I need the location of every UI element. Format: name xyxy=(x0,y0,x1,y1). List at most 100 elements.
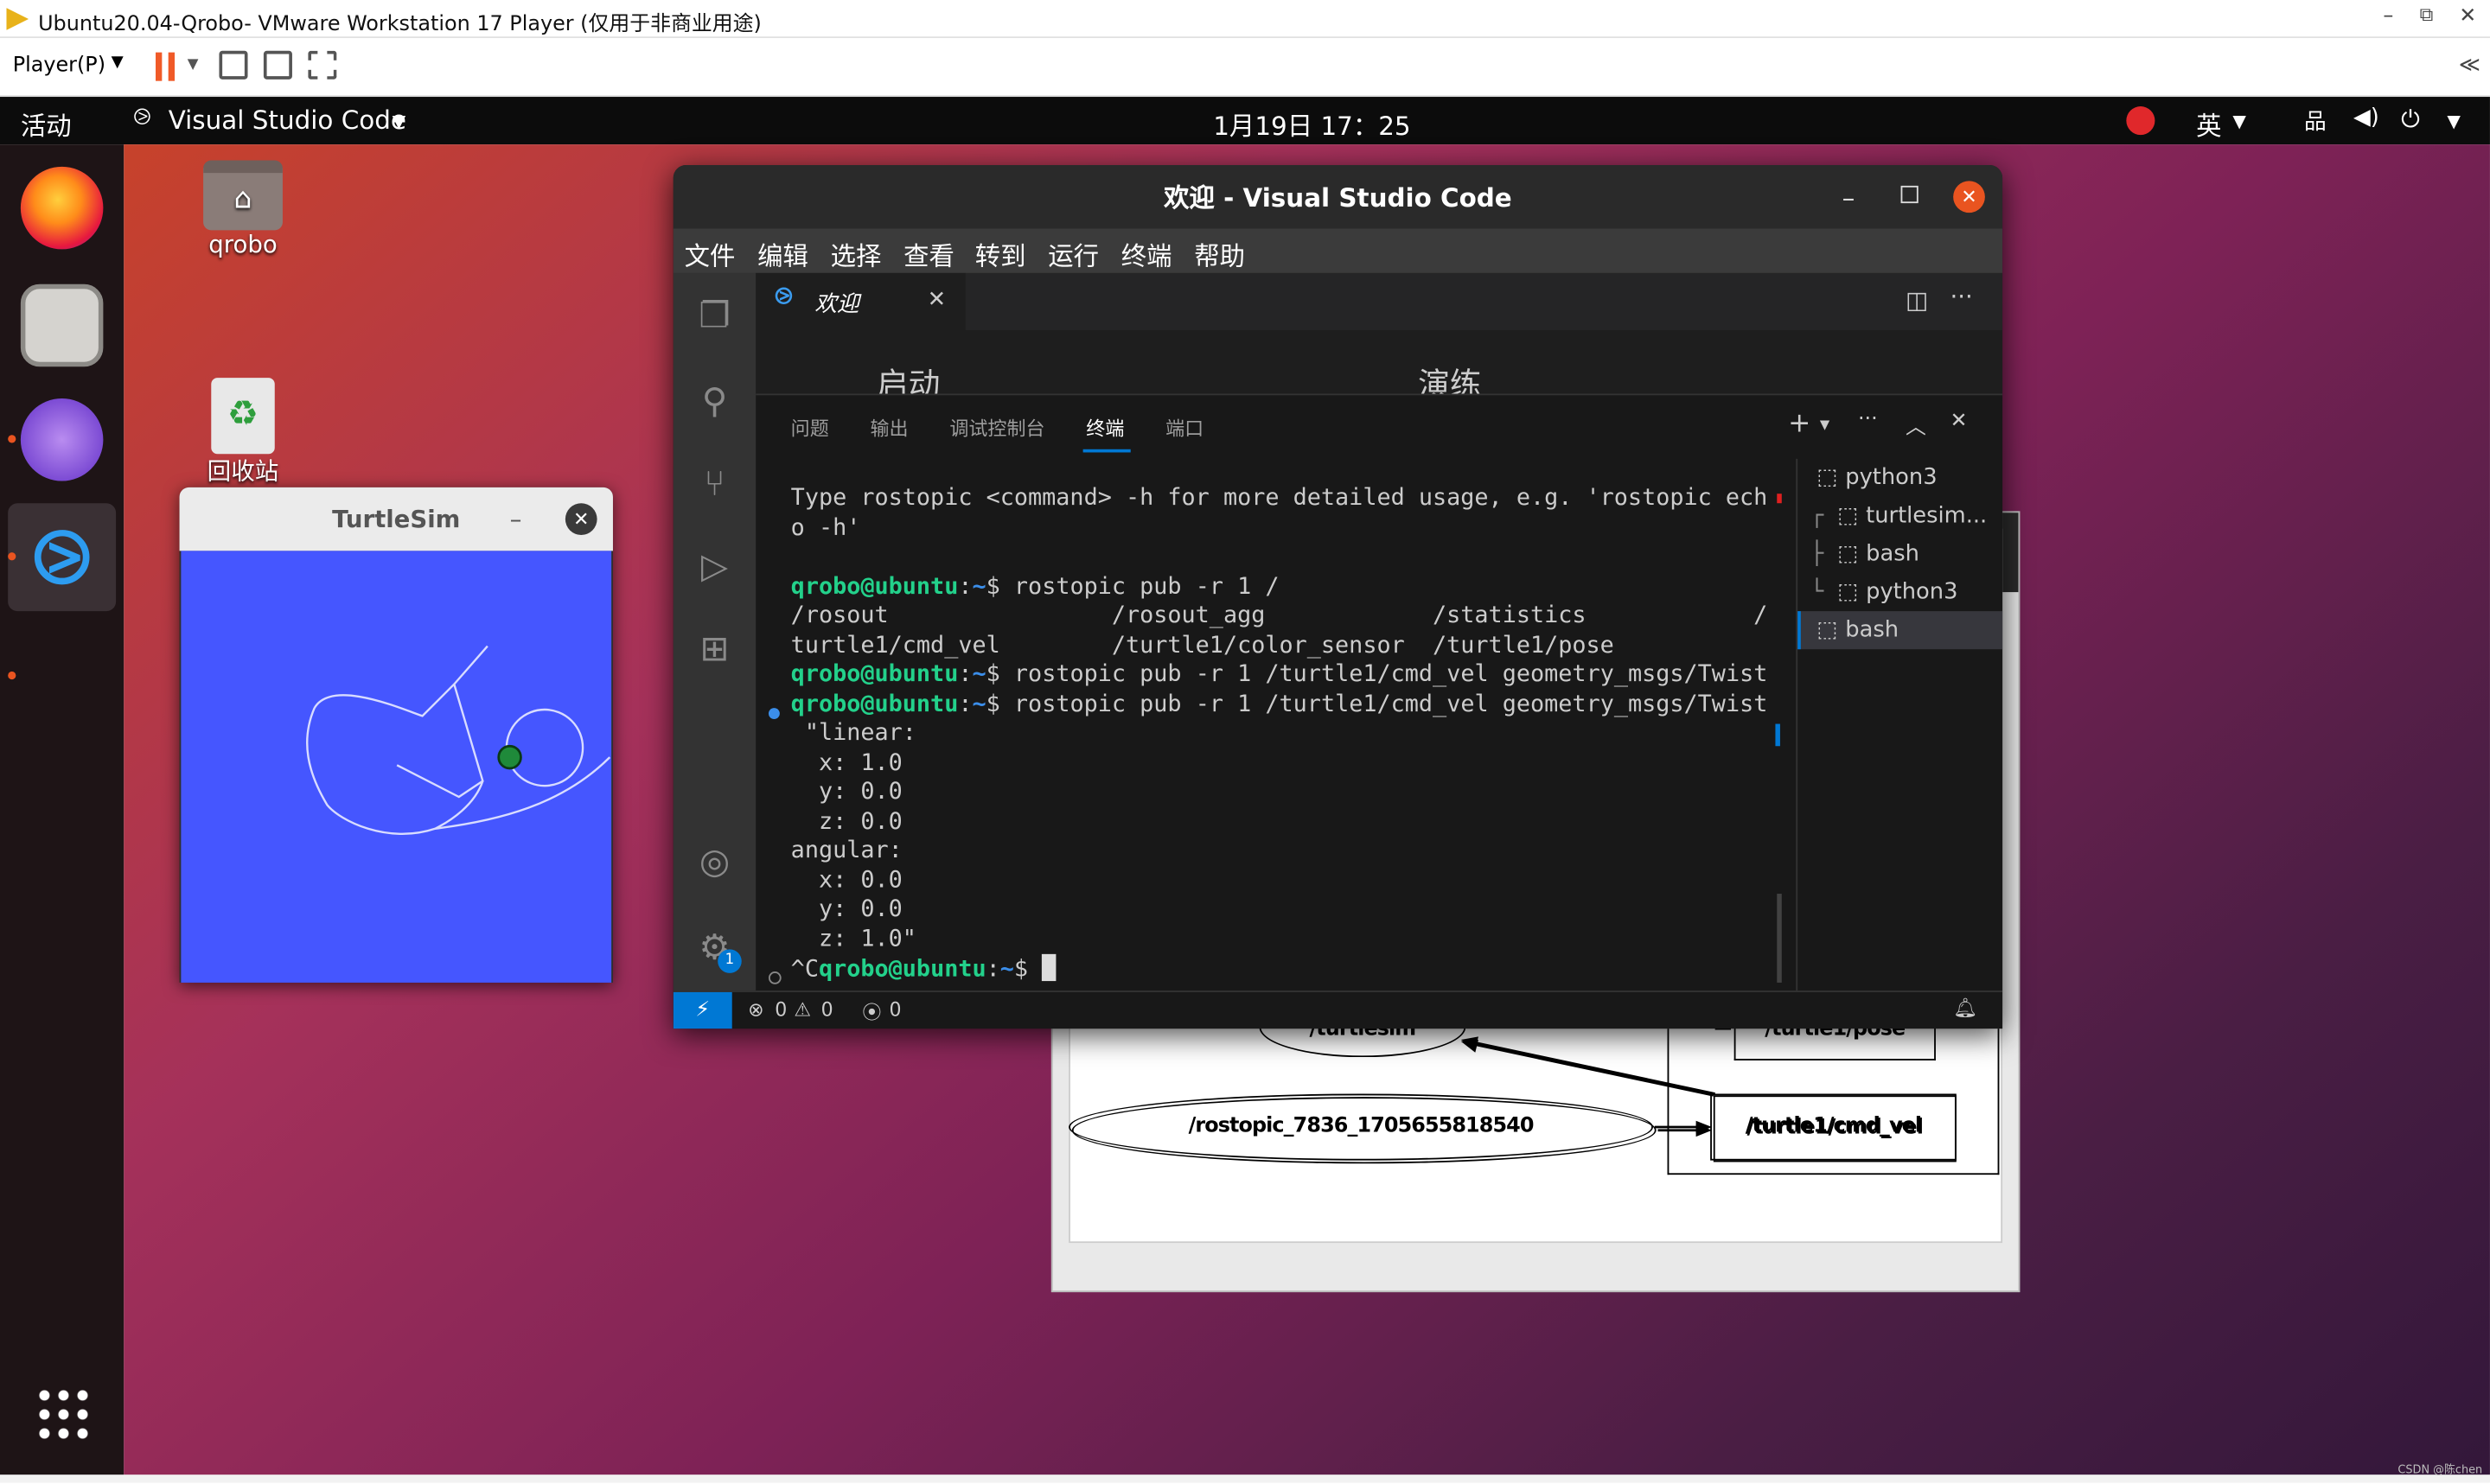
more-actions-icon[interactable]: ··· xyxy=(1950,283,1972,311)
search-icon[interactable]: ⚲ xyxy=(693,381,737,425)
network-icon[interactable]: 品 xyxy=(2304,105,2327,137)
system-menu-caret-icon[interactable]: ▼ xyxy=(2447,111,2461,132)
unity-icon[interactable] xyxy=(308,50,337,80)
running-indicator xyxy=(8,435,16,443)
send-ctrl-alt-del-icon[interactable] xyxy=(219,50,248,80)
tab-close-icon[interactable]: ✕ xyxy=(928,287,947,312)
ubuntu-dock: ⧁ xyxy=(0,144,124,1475)
ports-icon[interactable]: ⦿ xyxy=(862,998,881,1025)
desktop-home-folder[interactable]: ⌂ qrobo xyxy=(194,160,292,258)
vscode-close-icon[interactable]: ✕ xyxy=(1953,181,1985,213)
input-method-caret-icon[interactable]: ▼ xyxy=(2232,111,2246,132)
terminal-icon: ⬚ xyxy=(1837,541,1859,567)
terminal-dropdown-icon[interactable]: ▼ xyxy=(1820,417,1829,432)
active-tab-underline xyxy=(1082,449,1131,452)
errors-count[interactable]: 0 xyxy=(775,998,787,1021)
panel-tab-terminal[interactable]: 终端 xyxy=(1086,414,1124,441)
notifications-bell-icon[interactable]: 🔔︎ xyxy=(1953,997,1977,1019)
split-editor-icon[interactable]: ◫ xyxy=(1906,286,1928,315)
ports-count[interactable]: 0 xyxy=(890,998,902,1021)
close-panel-icon[interactable]: ✕ xyxy=(1950,410,1967,434)
vscode-menu-bar: 文件 编辑 选择 查看 转到 运行 终端 帮助 xyxy=(673,228,2003,273)
explorer-icon[interactable]: ❐ xyxy=(693,296,737,340)
vmware-logo-icon xyxy=(6,8,29,30)
extensions-icon[interactable]: ⊞ xyxy=(693,628,737,672)
command-decoration-icon xyxy=(768,708,780,720)
vscode-minimize-icon[interactable]: – xyxy=(1842,165,1855,232)
warnings-icon[interactable]: ⚠ xyxy=(794,998,811,1021)
panel-tab-problems[interactable]: 问题 xyxy=(791,414,829,441)
app-menu-caret-icon[interactable]: ▼ xyxy=(393,111,406,132)
panel-tab-output[interactable]: 输出 xyxy=(871,414,909,441)
command-decoration-icon xyxy=(768,971,782,984)
panel-tab-ports[interactable]: 端口 xyxy=(1165,414,1204,441)
pause-icon[interactable] xyxy=(155,52,163,81)
accounts-icon[interactable]: ◎ xyxy=(693,841,737,885)
run-debug-icon[interactable]: ▷ xyxy=(693,546,737,590)
vscode-maximize-icon[interactable] xyxy=(1900,185,1919,204)
turtlesim-close-icon[interactable]: ✕ xyxy=(565,503,597,535)
terminal-item-selected[interactable]: ⬚ bash xyxy=(1797,611,2003,650)
files-icon[interactable] xyxy=(20,283,104,367)
panel-more-icon[interactable]: ··· xyxy=(1858,408,1878,432)
player-menu-caret-icon[interactable]: ▼ xyxy=(112,54,124,71)
rqt-titlebar-edge xyxy=(2002,513,2019,593)
volume-icon[interactable]: ◀) xyxy=(2353,105,2379,130)
terminal-line: y: 0.0 xyxy=(790,895,903,923)
menu-view[interactable]: 查看 xyxy=(903,235,954,273)
terminal-item[interactable]: ├ ⬚ bash xyxy=(1797,535,2002,573)
power-icon[interactable]: ⏻ xyxy=(2401,105,2420,133)
menu-selection[interactable]: 选择 xyxy=(831,235,882,273)
pause-icon-bar[interactable] xyxy=(168,52,176,81)
remote-indicator-icon[interactable]: ⚡ xyxy=(673,991,732,1029)
fullscreen-icon[interactable] xyxy=(263,50,292,80)
menu-terminal[interactable]: 终端 xyxy=(1121,235,1172,273)
turtlesim-window: TurtleSim – ✕ xyxy=(179,487,613,983)
bottom-panel: 问题 输出 调试控制台 终端 端口 + ▼ ··· ︿ ✕ Type rosto… xyxy=(756,393,2003,992)
clock[interactable]: 1月19日 17：25 xyxy=(1213,105,1410,143)
panel-tab-debug-console[interactable]: 调试控制台 xyxy=(949,414,1044,441)
terminal-line: /rosout /rosout_agg /statistics / xyxy=(790,602,1768,629)
terminal-icon: ⬚ xyxy=(1837,503,1859,529)
status-bar: ⚡ ⊗ 0 ⚠ 0 ⦿ 0 🔔︎ xyxy=(673,990,2003,1029)
menu-file[interactable]: 文件 xyxy=(685,235,736,273)
firefox-icon[interactable] xyxy=(20,166,104,250)
menu-go[interactable]: 转到 xyxy=(975,235,1026,273)
maximize-panel-icon[interactable]: ︿ xyxy=(1906,410,1926,440)
system-app-icon[interactable] xyxy=(20,398,104,481)
menu-edit[interactable]: 编辑 xyxy=(757,235,808,273)
menu-help[interactable]: 帮助 xyxy=(1194,235,1245,273)
activities-button[interactable]: 活动 xyxy=(21,105,72,143)
app-menu[interactable]: Visual Studio Code xyxy=(169,105,406,135)
input-method[interactable]: 英 xyxy=(2196,105,2221,143)
show-applications-icon[interactable] xyxy=(35,1385,89,1440)
do-not-disturb-icon[interactable] xyxy=(2126,106,2155,136)
menu-run[interactable]: 运行 xyxy=(1048,235,1099,273)
terminal-scrollbar[interactable] xyxy=(1777,894,1782,983)
terminal-item[interactable]: ⬚ python3 xyxy=(1797,459,2002,497)
vscode-icon[interactable]: ⧁ xyxy=(21,516,104,599)
terminal-icon: ⬚ xyxy=(1837,579,1859,605)
terminal-cursor xyxy=(1042,953,1057,982)
vmware-bottom-edge xyxy=(0,1474,2490,1483)
terminal-output[interactable]: Type rostopic <command> -h for more deta… xyxy=(791,484,1776,984)
tab-welcome[interactable]: ⧁ 欢迎 ✕ xyxy=(756,272,966,331)
close-icon[interactable]: ✕ xyxy=(2452,5,2484,29)
source-control-icon[interactable]: ⑂ xyxy=(693,463,737,507)
minimize-icon[interactable]: – xyxy=(2372,5,2404,29)
collapse-toolbar-icon[interactable]: ≪ xyxy=(2459,54,2480,78)
terminal-item[interactable]: ┌ ⬚ turtlesim... xyxy=(1797,497,2002,535)
errors-icon[interactable]: ⊗ xyxy=(748,998,763,1021)
pause-caret-icon[interactable]: ▼ xyxy=(188,57,199,73)
warnings-count[interactable]: 0 xyxy=(821,998,833,1021)
restore-icon[interactable]: ⧉ xyxy=(2410,3,2442,28)
vscode-app-icon: ⧁ xyxy=(133,105,151,131)
turtle-sprite xyxy=(497,744,522,770)
new-terminal-icon[interactable]: + xyxy=(1788,408,1810,440)
turtlesim-minimize-icon[interactable]: – xyxy=(510,487,522,551)
ubuntu-top-bar: 活动 ⧁ Visual Studio Code ▼ 1月19日 17：25 英 … xyxy=(0,97,2490,145)
desktop-trash[interactable]: ♻ 回收站 xyxy=(190,378,295,487)
player-menu[interactable]: Player(P) xyxy=(13,54,105,78)
terminal-item[interactable]: └ ⬚ python3 xyxy=(1797,573,2002,611)
trash-icon: ♻ xyxy=(211,378,275,455)
